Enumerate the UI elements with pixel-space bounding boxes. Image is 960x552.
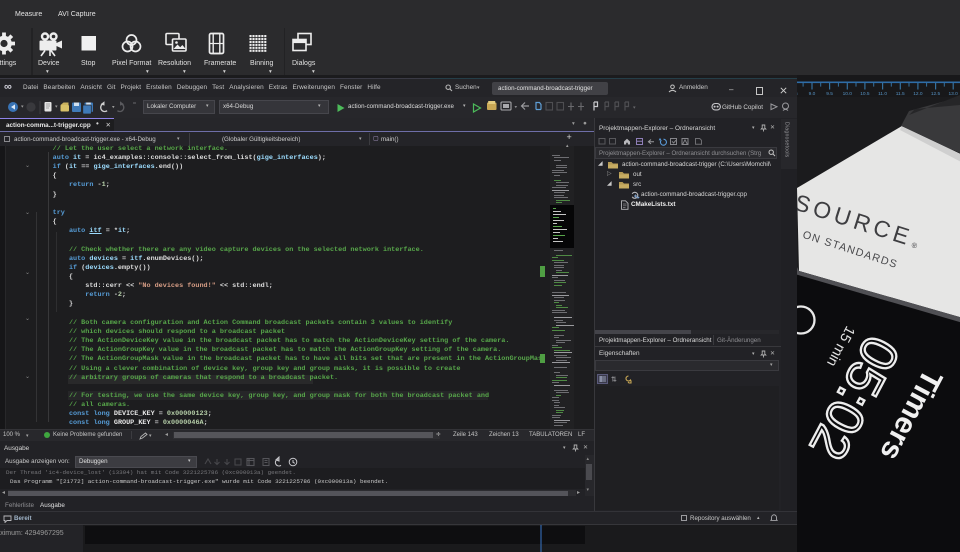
svg-text:12.0: 12.0 [913,91,923,97]
svg-text:13.0: 13.0 [949,91,959,97]
svg-text:⇅: ⇅ [611,377,617,384]
svg-text:10.0: 10.0 [843,91,853,97]
svg-text:11.0: 11.0 [878,91,887,97]
svg-text:9.0: 9.0 [809,91,816,97]
svg-text:12.5: 12.5 [931,91,941,97]
svg-text:11.5: 11.5 [896,91,905,97]
svg-text:9.5: 9.5 [826,91,833,97]
svg-text:10.5: 10.5 [860,91,870,97]
